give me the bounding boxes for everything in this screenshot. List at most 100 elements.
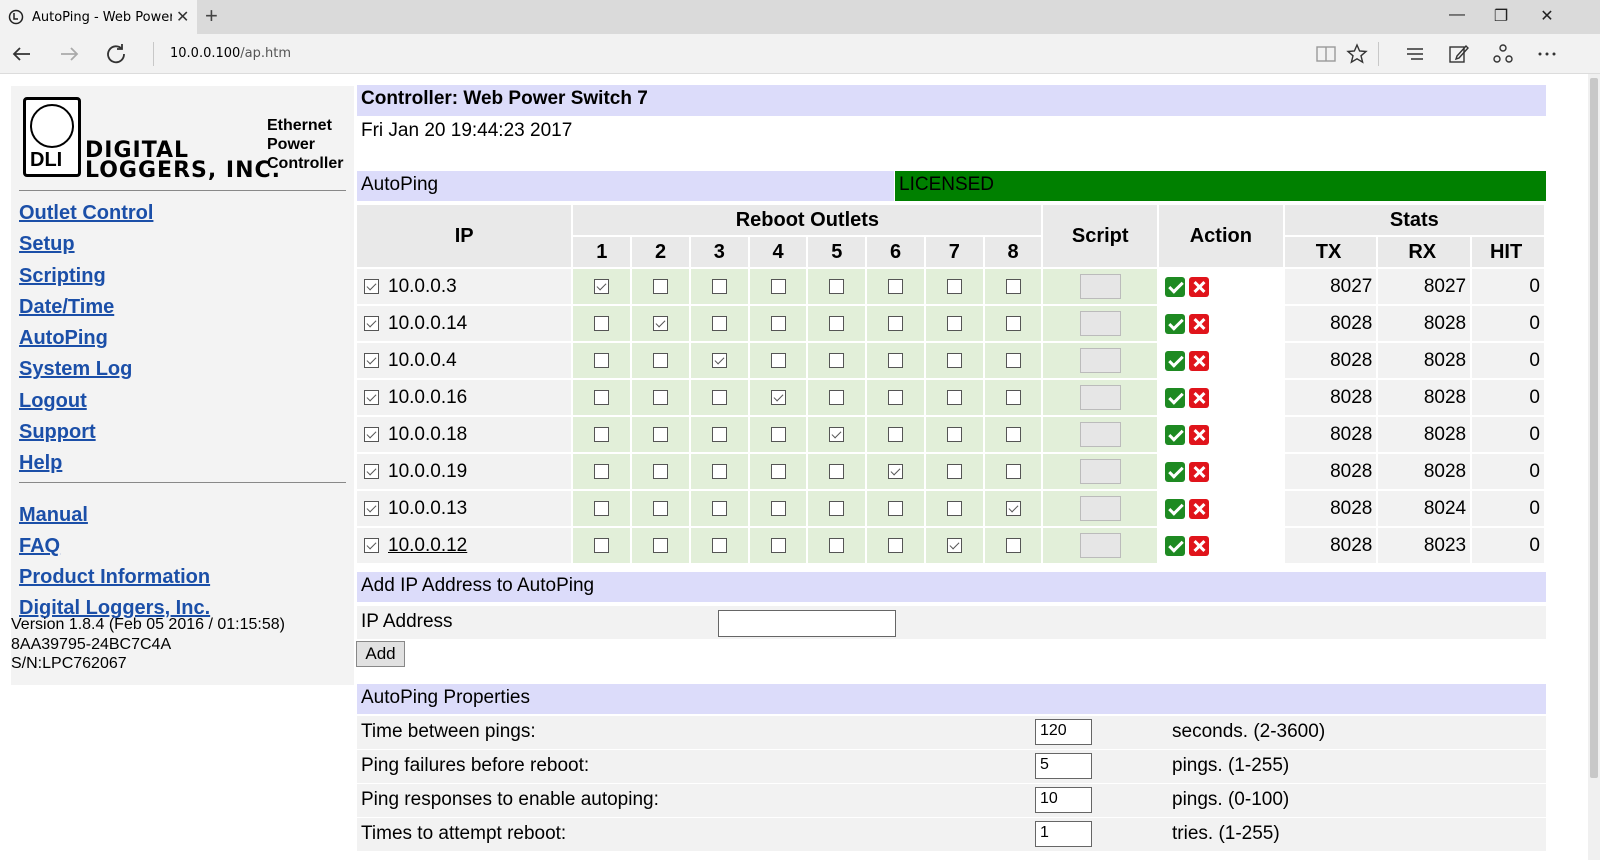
reboot-outlet-3-checkbox[interactable] <box>711 537 727 553</box>
scrollbar-thumb[interactable] <box>1590 78 1598 778</box>
ping-failures-input[interactable]: 5 <box>1035 753 1092 779</box>
script-select[interactable] <box>1079 496 1121 521</box>
reboot-outlet-6-checkbox[interactable] <box>888 426 903 442</box>
forward-icon[interactable] <box>55 40 83 68</box>
reboot-outlet-5-checkbox[interactable] <box>829 500 845 516</box>
reboot-attempts-input[interactable]: 1 <box>1035 821 1092 847</box>
delete-x-icon[interactable] <box>1189 350 1210 371</box>
reboot-outlet-5-checkbox[interactable] <box>829 389 845 405</box>
delete-x-icon[interactable] <box>1189 313 1210 334</box>
share-icon[interactable] <box>1491 42 1515 66</box>
reboot-outlet-3-checkbox[interactable] <box>711 426 727 442</box>
nav-outlet-control[interactable]: Outlet Control <box>19 198 153 229</box>
reboot-outlet-6-checkbox[interactable] <box>888 352 903 368</box>
reboot-outlet-8-checkbox[interactable] <box>1005 426 1021 442</box>
ip-enabled-checkbox[interactable] <box>364 353 379 368</box>
reboot-outlet-4-checkbox[interactable] <box>770 537 786 553</box>
minimize-icon[interactable]: — <box>1442 6 1472 24</box>
ip-enabled-checkbox[interactable] <box>364 427 379 442</box>
script-select[interactable] <box>1079 311 1121 336</box>
reboot-outlet-7-checkbox[interactable] <box>946 537 962 553</box>
reboot-outlet-6-checkbox[interactable] <box>888 278 903 294</box>
ip-enabled-checkbox[interactable] <box>364 279 379 294</box>
reboot-outlet-2-checkbox[interactable] <box>653 278 668 294</box>
favorite-star-icon[interactable] <box>1345 42 1369 66</box>
reboot-outlet-3-checkbox[interactable] <box>711 500 727 516</box>
nav-support[interactable]: Support <box>19 417 153 448</box>
reboot-outlet-1-checkbox[interactable] <box>594 315 610 331</box>
reboot-outlet-3-checkbox[interactable] <box>711 315 727 331</box>
nav-setup[interactable]: Setup <box>19 229 153 260</box>
nav-help[interactable]: Help <box>19 448 153 479</box>
browser-tab-active[interactable]: AutoPing - Web Power ✕ <box>0 0 197 34</box>
restore-icon[interactable]: ❐ <box>1486 6 1516 26</box>
reboot-outlet-1-checkbox[interactable] <box>594 352 610 368</box>
save-check-icon[interactable] <box>1165 350 1186 371</box>
ip-enabled-checkbox[interactable] <box>364 316 379 331</box>
reboot-outlet-3-checkbox[interactable] <box>711 389 727 405</box>
reboot-outlet-1-checkbox[interactable] <box>594 278 610 294</box>
reading-view-icon[interactable] <box>1314 42 1338 66</box>
nav-date-time[interactable]: Date/Time <box>19 292 153 323</box>
reboot-outlet-5-checkbox[interactable] <box>829 352 845 368</box>
reboot-outlet-4-checkbox[interactable] <box>770 278 786 294</box>
nav-system-log[interactable]: System Log <box>19 354 153 385</box>
reboot-outlet-4-checkbox[interactable] <box>770 389 786 405</box>
delete-x-icon[interactable] <box>1189 387 1210 408</box>
reboot-outlet-1-checkbox[interactable] <box>594 537 610 553</box>
nav-faq[interactable]: FAQ <box>19 531 210 562</box>
reboot-outlet-6-checkbox[interactable] <box>888 389 903 405</box>
reboot-outlet-2-checkbox[interactable] <box>653 500 668 516</box>
ip-enabled-checkbox[interactable] <box>364 390 379 405</box>
new-tab-icon[interactable]: + <box>205 3 218 29</box>
nav-autoping[interactable]: AutoPing <box>19 323 153 354</box>
reboot-outlet-2-checkbox[interactable] <box>653 352 668 368</box>
refresh-icon[interactable] <box>102 40 130 68</box>
reboot-outlet-4-checkbox[interactable] <box>770 463 786 479</box>
reboot-outlet-7-checkbox[interactable] <box>946 463 962 479</box>
script-select[interactable] <box>1079 348 1121 373</box>
ping-responses-input[interactable]: 10 <box>1035 787 1092 813</box>
ip-enabled-checkbox[interactable] <box>364 501 379 516</box>
reboot-outlet-6-checkbox[interactable] <box>888 537 903 553</box>
script-select[interactable] <box>1079 274 1121 299</box>
reboot-outlet-5-checkbox[interactable] <box>829 537 845 553</box>
reboot-outlet-5-checkbox[interactable] <box>829 426 845 442</box>
script-select[interactable] <box>1079 459 1121 484</box>
reboot-outlet-8-checkbox[interactable] <box>1005 315 1021 331</box>
reboot-outlet-8-checkbox[interactable] <box>1005 278 1021 294</box>
nav-logout[interactable]: Logout <box>19 386 153 417</box>
more-icon[interactable] <box>1535 42 1559 66</box>
save-check-icon[interactable] <box>1165 387 1186 408</box>
reboot-outlet-3-checkbox[interactable] <box>711 278 727 294</box>
reboot-outlet-8-checkbox[interactable] <box>1005 463 1021 479</box>
url-field[interactable]: 10.0.0.100/ap.htm <box>170 46 291 61</box>
close-window-icon[interactable]: ✕ <box>1532 6 1562 26</box>
nav-manual[interactable]: Manual <box>19 500 210 531</box>
reboot-outlet-5-checkbox[interactable] <box>829 315 845 331</box>
vertical-scrollbar[interactable] <box>1588 74 1600 860</box>
delete-x-icon[interactable] <box>1189 424 1210 445</box>
reboot-outlet-2-checkbox[interactable] <box>653 389 668 405</box>
reboot-outlet-5-checkbox[interactable] <box>829 278 845 294</box>
reboot-outlet-7-checkbox[interactable] <box>946 500 962 516</box>
reboot-outlet-8-checkbox[interactable] <box>1005 500 1021 516</box>
reboot-outlet-6-checkbox[interactable] <box>888 315 903 331</box>
reboot-outlet-7-checkbox[interactable] <box>946 426 962 442</box>
back-icon[interactable] <box>8 40 36 68</box>
ip-address-input[interactable] <box>718 610 896 637</box>
reboot-outlet-4-checkbox[interactable] <box>770 352 786 368</box>
reboot-outlet-6-checkbox[interactable] <box>888 500 903 516</box>
reboot-outlet-2-checkbox[interactable] <box>653 463 668 479</box>
reboot-outlet-1-checkbox[interactable] <box>594 389 610 405</box>
tab-close-icon[interactable]: ✕ <box>176 7 189 27</box>
reboot-outlet-4-checkbox[interactable] <box>770 315 786 331</box>
script-select[interactable] <box>1079 533 1121 558</box>
time-between-pings-input[interactable]: 120 <box>1035 719 1092 745</box>
delete-x-icon[interactable] <box>1189 461 1210 482</box>
reboot-outlet-8-checkbox[interactable] <box>1005 352 1021 368</box>
save-check-icon[interactable] <box>1165 535 1186 556</box>
delete-x-icon[interactable] <box>1189 498 1210 519</box>
reboot-outlet-5-checkbox[interactable] <box>829 463 845 479</box>
reboot-outlet-1-checkbox[interactable] <box>594 500 610 516</box>
